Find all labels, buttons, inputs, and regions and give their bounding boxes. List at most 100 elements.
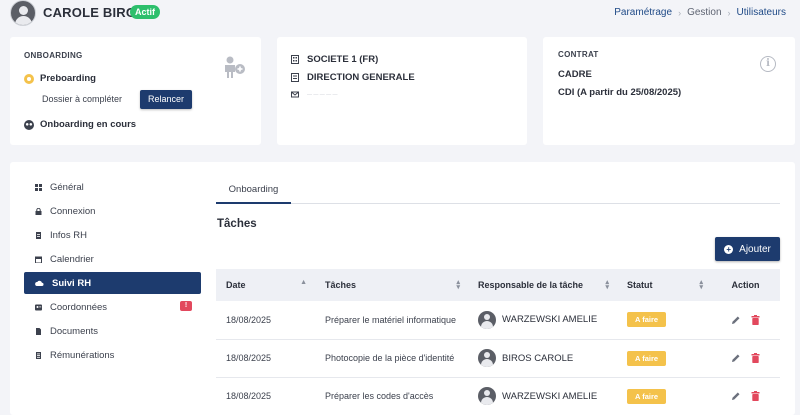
sidebar-item-suivi-rh[interactable]: Suivi RH — [24, 272, 201, 294]
status-badge: Actif — [130, 5, 160, 19]
step-preboarding-sub: Dossier à compléter — [42, 94, 123, 104]
file-icon — [36, 327, 41, 335]
tab-onboarding[interactable]: Onboarding — [216, 180, 291, 204]
add-task-label: Ajouter — [739, 243, 771, 255]
people-icon: ●● — [24, 119, 34, 130]
sidebar-item-infos-rh[interactable]: Infos RH — [24, 224, 201, 246]
onboarding-card: ONBOARDING Preboarding Dossier à complét… — [10, 37, 261, 145]
mail-icon — [291, 91, 299, 98]
cell-date: 18/08/2025 — [216, 339, 315, 378]
plus-icon: + — [724, 244, 734, 254]
breadcrumb-utilisateurs[interactable]: Utilisateurs — [737, 7, 786, 18]
edit-icon[interactable] — [731, 353, 741, 363]
sidebar-item-label: Suivi RH — [52, 277, 92, 289]
column-header-date[interactable]: Date ▲ — [216, 269, 315, 301]
user-plus-icon[interactable] — [222, 56, 246, 78]
chevron-right-icon: › — [678, 7, 682, 18]
contact-icon — [35, 304, 42, 310]
column-header-taches[interactable]: Tâches ▴ ▾ — [315, 269, 468, 301]
calendar-icon — [35, 256, 42, 263]
cell-actions — [711, 377, 780, 415]
sidebar-item-general[interactable]: Général — [24, 176, 201, 198]
tasks-table: Date ▲ Tâches ▴ ▾ Responsable de la tâche ▴ ▾… — [216, 269, 780, 415]
sidebar-item-calendrier[interactable]: Calendrier — [24, 248, 201, 270]
add-task-button[interactable]: + Ajouter — [715, 237, 780, 261]
cell-task: Préparer les codes d'accès — [315, 377, 468, 415]
sidebar-item-documents[interactable]: Documents — [24, 320, 201, 342]
cell-actions — [711, 339, 780, 378]
sidebar-item-label: Rémunérations — [50, 349, 115, 361]
avatar — [478, 349, 496, 367]
cell-date: 18/08/2025 — [216, 377, 315, 415]
main-panel: Général Connexion Infos RH Calendrier Su… — [10, 162, 795, 415]
delete-icon[interactable] — [751, 353, 760, 363]
cell-status: A faire — [617, 301, 711, 340]
sidebar-item-coordonnees[interactable]: Coordonnées ! — [24, 296, 201, 318]
breadcrumb-parametrage[interactable]: Paramétrage — [614, 7, 672, 18]
cell-task: Préparer le matériel informatique — [315, 301, 468, 340]
column-header-action: Action — [731, 280, 760, 290]
avatar — [478, 387, 496, 405]
owner-name: WARZEWSKI AMELIE — [502, 390, 598, 402]
step-preboarding: Preboarding — [24, 73, 96, 84]
owner-name: WARZEWSKI AMELIE — [502, 314, 598, 326]
breadcrumb-gestion: Gestion — [687, 7, 722, 18]
sidebar-item-label: Connexion — [50, 205, 96, 217]
email-line: — — — — — — [291, 90, 338, 99]
tab-bar: Onboarding — [216, 180, 780, 204]
building-icon — [291, 55, 299, 64]
edit-icon[interactable] — [731, 315, 741, 325]
cell-owner: WARZEWSKI AMELIE — [468, 377, 617, 415]
step-preboarding-label: Preboarding — [40, 73, 96, 84]
cell-owner: WARZEWSKI AMELIE — [468, 301, 617, 340]
column-header-statut[interactable]: Statut ▴ ▾ — [617, 269, 711, 301]
info-icon[interactable]: i — [760, 56, 776, 72]
table-row: 18/08/2025 Photocopie de la pièce d'iden… — [216, 339, 780, 378]
sidebar-item-label: Général — [50, 181, 84, 193]
contract-title: CONTRAT — [558, 50, 599, 59]
owner-name: BIROS CAROLE — [502, 352, 574, 364]
step-current-icon — [24, 73, 34, 84]
avatar — [478, 310, 496, 329]
sort-icon[interactable]: ▲ — [300, 279, 307, 286]
cloud-icon — [35, 280, 44, 286]
organisation-card: SOCIETE 1 (FR) DIRECTION GENERALE — — — … — [277, 37, 527, 145]
step-onboarding-label: Onboarding en cours — [40, 119, 137, 130]
sort-icon[interactable]: ▴ ▾ — [699, 279, 703, 291]
user-avatar — [10, 0, 36, 26]
sidebar-item-remunerations[interactable]: Rémunérations — [24, 344, 201, 366]
column-header-responsable[interactable]: Responsable de la tâche ▴ ▾ — [468, 269, 617, 301]
relaunch-button[interactable]: Relancer — [140, 90, 192, 109]
edit-icon[interactable] — [731, 391, 741, 401]
sidebar-item-label: Documents — [50, 325, 99, 337]
contract-type: CDI (A partir du 25/08/2025) — [558, 87, 682, 98]
grid-icon — [35, 183, 42, 191]
step-onboarding: ●● Onboarding en cours — [24, 119, 136, 130]
cell-status: A faire — [617, 377, 711, 415]
tasks-title: Tâches — [217, 218, 257, 230]
status-badge: A faire — [627, 350, 667, 366]
onboarding-title: ONBOARDING — [24, 51, 83, 60]
status-badge: A faire — [627, 388, 667, 404]
sidebar-item-connexion[interactable]: Connexion — [24, 200, 201, 222]
sort-icon[interactable]: ▴ ▾ — [605, 279, 609, 291]
cell-status: A faire — [617, 339, 711, 378]
company-line: SOCIETE 1 (FR) — [291, 54, 378, 65]
delete-icon[interactable] — [751, 391, 760, 401]
table-row: 18/08/2025 Préparer les codes d'accès WA… — [216, 377, 780, 415]
lock-icon — [35, 207, 42, 215]
breadcrumb: Paramétrage › Gestion › Utilisateurs — [614, 7, 786, 18]
alert-badge: ! — [180, 301, 192, 311]
page-header: CAROLE BIROS Actif Paramétrage › Gestion… — [0, 0, 800, 28]
sidebar-item-label: Infos RH — [50, 229, 87, 241]
contract-card: CONTRAT CADRE CDI (A partir du 25/08/202… — [543, 37, 795, 145]
cell-actions — [711, 301, 780, 340]
department-line: DIRECTION GENERALE — [291, 72, 415, 83]
table-row: 18/08/2025 Préparer le matériel informat… — [216, 301, 780, 340]
cell-date: 18/08/2025 — [216, 301, 315, 340]
sort-icon[interactable]: ▴ ▾ — [456, 279, 460, 291]
cell-owner: BIROS CAROLE — [468, 339, 617, 378]
email-masked: — — — — — — [307, 91, 338, 98]
delete-icon[interactable] — [751, 314, 760, 325]
status-badge: A faire — [627, 312, 667, 328]
